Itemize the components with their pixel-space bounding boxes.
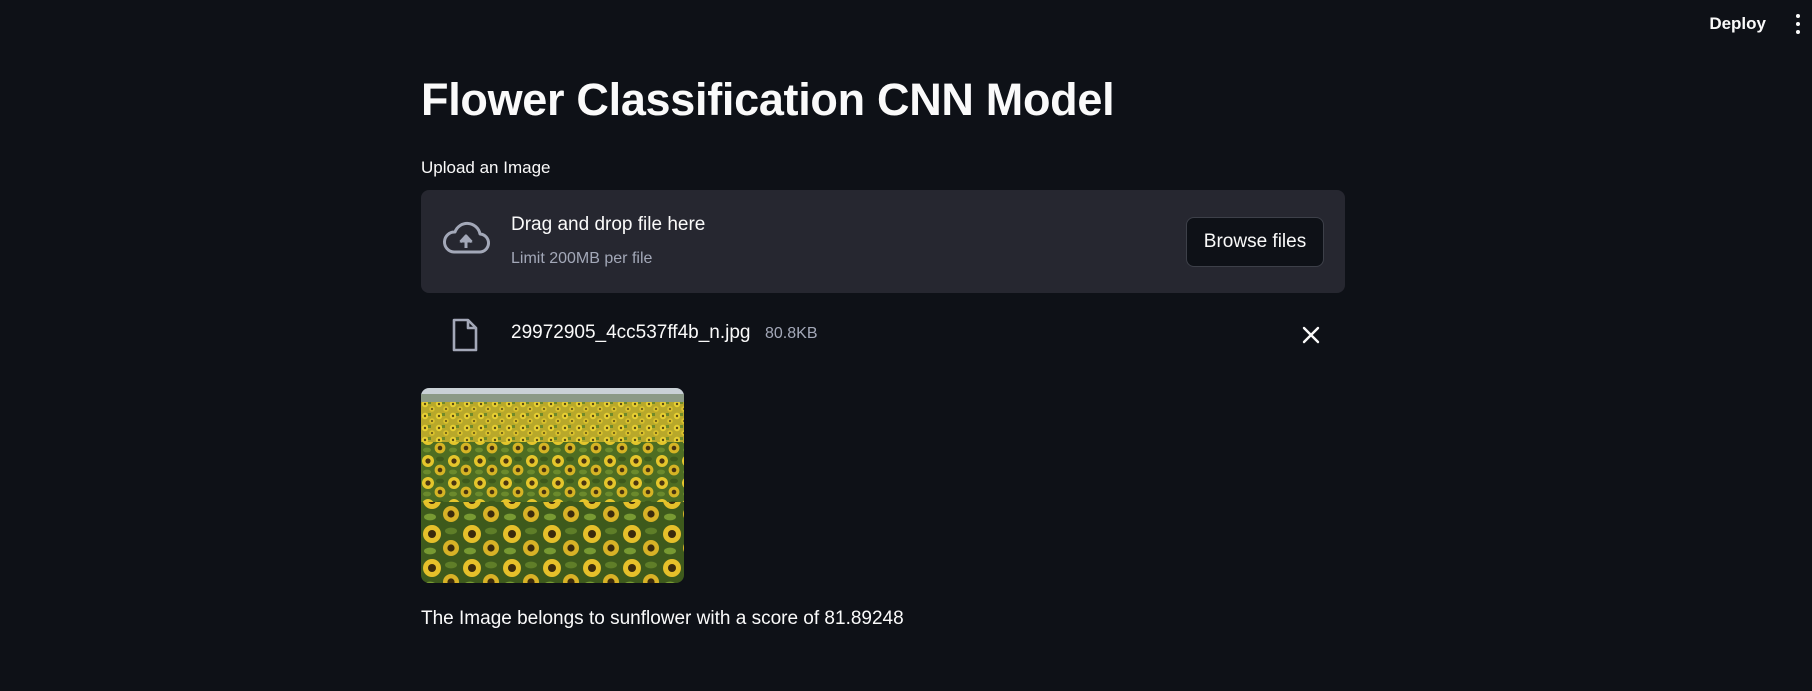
uploaded-file-row: 29972905_4cc537ff4b_n.jpg 80.8KB	[421, 312, 1345, 358]
browse-files-button[interactable]: Browse files	[1186, 217, 1324, 267]
page-title: Flower Classification CNN Model	[421, 74, 1115, 125]
uploaded-file-name: 29972905_4cc537ff4b_n.jpg	[511, 322, 751, 343]
prediction-result: The Image belongs to sunflower with a sc…	[421, 608, 904, 629]
file-icon	[452, 318, 478, 352]
header-toolbar: Deploy	[0, 0, 1812, 48]
uploader-label: Upload an Image	[421, 158, 551, 177]
sunflower-field-image	[421, 388, 684, 583]
uploaded-image-preview	[421, 388, 684, 583]
cloud-upload-icon	[443, 221, 490, 254]
close-icon[interactable]	[1300, 324, 1322, 346]
dropzone-instructions: Drag and drop file here	[511, 214, 706, 235]
deploy-button[interactable]: Deploy	[1705, 12, 1770, 36]
dropzone-limit: Limit 200MB per file	[511, 250, 653, 267]
uploaded-file-size: 80.8KB	[765, 325, 818, 342]
kebab-menu-icon[interactable]	[1790, 14, 1806, 36]
file-dropzone[interactable]: Drag and drop file here Limit 200MB per …	[421, 190, 1345, 293]
